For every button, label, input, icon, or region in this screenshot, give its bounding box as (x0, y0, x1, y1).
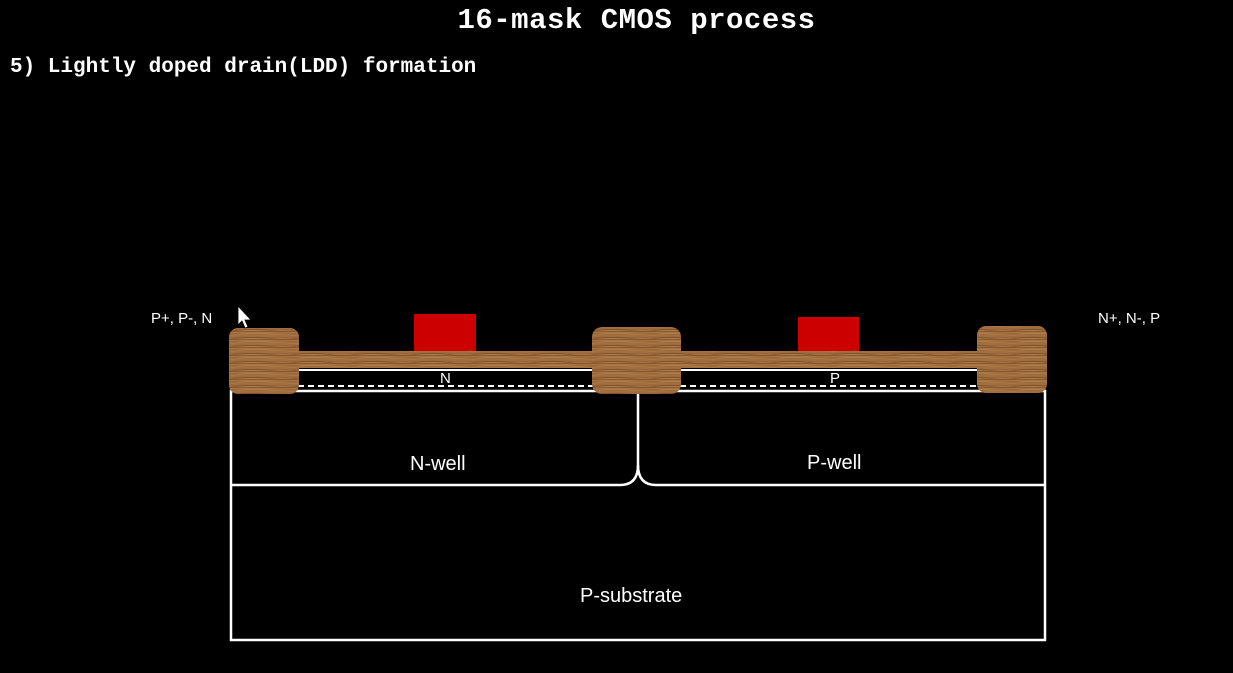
field-oxide-right (977, 326, 1047, 393)
pmos-gate-poly (798, 317, 859, 351)
pwell-channel-label: P (830, 370, 841, 387)
slide: 16-mask CMOS process 5) Lightly doped dr… (0, 0, 1233, 673)
field-oxide-left (229, 328, 299, 394)
gate-oxide-left (292, 351, 598, 368)
mouse-cursor-icon (237, 304, 252, 329)
cmos-cross-section (229, 304, 1047, 642)
field-oxide-center (592, 327, 681, 394)
left-implant-label: P+, P-, N (151, 310, 213, 327)
gate-oxide-right (676, 351, 982, 368)
substrate-label: P-substrate (580, 585, 683, 607)
pwell-label: P-well (807, 452, 862, 474)
nmos-gate-poly (414, 314, 476, 351)
right-implant-label: N+, N-, P (1098, 310, 1161, 327)
nwell-channel-label: N (440, 370, 451, 387)
nwell-label: N-well (410, 453, 466, 475)
